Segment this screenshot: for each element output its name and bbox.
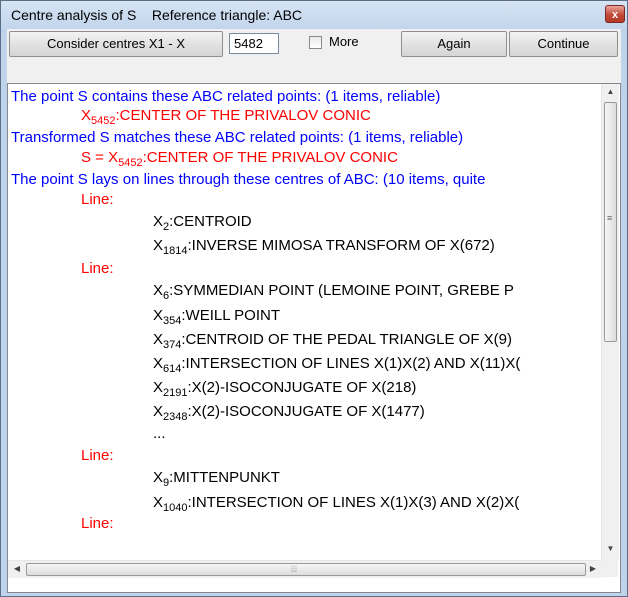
list-item: X2348:X(2)-ISOCONJUGATE OF X(1477) — [153, 403, 425, 423]
line-label: Line: — [81, 260, 114, 277]
continue-button[interactable]: Continue — [509, 31, 618, 57]
lines-header: The point S lays on lines through these … — [11, 171, 486, 188]
centre-analysis-window: Centre analysis of S Reference triangle:… — [0, 0, 628, 597]
vertical-scroll-thumb[interactable]: ≡ — [604, 102, 617, 342]
list-item: X354:WEILL POINT — [153, 307, 281, 327]
list-item: X374:CENTROID OF THE PEDAL TRIANGLE OF X… — [153, 331, 512, 351]
scroll-left-icon[interactable]: ◀ — [12, 564, 22, 573]
list-item: X6:SYMMEDIAN POINT (LEMOINE POINT, GREBE… — [153, 282, 514, 302]
ellipsis: ... — [153, 425, 166, 442]
scroll-down-icon[interactable]: ▼ — [602, 544, 619, 553]
contains-item: X5452:CENTER OF THE PRIVALOV CONIC — [81, 107, 371, 127]
more-checkbox[interactable] — [309, 36, 322, 49]
close-icon: x — [611, 9, 619, 21]
scroll-up-icon[interactable]: ▲ — [602, 87, 619, 96]
matches-header: Transformed S matches these ABC related … — [11, 129, 464, 146]
window-title: Centre analysis of S Reference triangle:… — [11, 7, 303, 23]
vertical-scrollbar[interactable]: ▲ ≡ ▼ — [601, 84, 619, 560]
horizontal-scroll-thumb[interactable]: ⦙⦙⦙ — [26, 563, 586, 576]
list-item: X614:INTERSECTION OF LINES X(1)X(2) AND … — [153, 355, 521, 375]
matches-item: S = X5452:CENTER OF THE PRIVALOV CONIC — [81, 149, 398, 169]
list-item: X2:CENTROID — [153, 213, 252, 233]
consider-centres-button[interactable]: Consider centres X1 - X — [9, 31, 223, 57]
contains-header: The point S contains these ABC related p… — [11, 88, 441, 105]
list-item: X9:MITTENPUNKT — [153, 469, 280, 489]
title-bar[interactable]: Centre analysis of S Reference triangle:… — [1, 1, 627, 29]
line-label: Line: — [81, 191, 114, 208]
line-label: Line: — [81, 515, 114, 532]
list-item: X2191:X(2)-ISOCONJUGATE OF X(218) — [153, 379, 417, 399]
again-button[interactable]: Again — [401, 31, 507, 57]
horizontal-scrollbar[interactable]: ◀ ⦙⦙⦙ ▶ — [8, 560, 601, 578]
list-item: X1814:INVERSE MIMOSA TRANSFORM OF X(672) — [153, 237, 495, 257]
centres-count-input[interactable]: 5482 — [229, 33, 279, 54]
list-item: X1040:INTERSECTION OF LINES X(1)X(3) AND… — [153, 494, 520, 514]
grip-icon: ≡ — [607, 213, 613, 223]
results-panel: The point S contains these ABC related p… — [7, 83, 621, 593]
results-text[interactable]: The point S contains these ABC related p… — [8, 84, 601, 560]
grip-icon: ⦙⦙⦙ — [291, 564, 298, 574]
close-button[interactable]: x — [605, 5, 625, 23]
more-checkbox-label: More — [329, 34, 359, 49]
line-label: Line: — [81, 447, 114, 464]
scroll-right-icon[interactable]: ▶ — [588, 564, 598, 573]
scrollbar-corner — [601, 560, 618, 577]
toolbar: Consider centres X1 - X 5482 More Again … — [7, 29, 621, 83]
client-area: Consider centres X1 - X 5482 More Again … — [7, 29, 621, 593]
